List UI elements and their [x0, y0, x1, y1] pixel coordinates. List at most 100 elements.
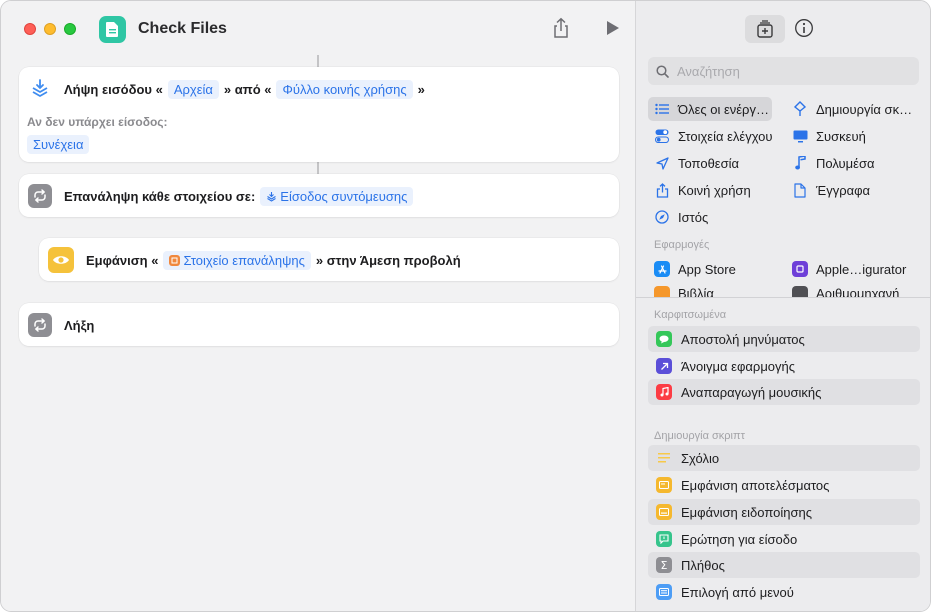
action-label: Εμφάνιση αποτελέσματος	[681, 477, 830, 493]
action-open-app[interactable]: Άνοιγμα εφαρμογής	[648, 353, 920, 379]
action-label: Ερώτηση για είσοδο	[681, 531, 798, 547]
eye-icon	[48, 247, 74, 273]
input-source-parameter[interactable]: Φύλλο κοινής χρήσης	[276, 79, 413, 99]
repeat-items-parameter[interactable]: Είσοδος συντόμευσης	[260, 186, 414, 206]
flow-connector	[317, 162, 319, 174]
category-controls[interactable]: Στοιχεία ελέγχου	[654, 124, 784, 148]
category-documents[interactable]: Έγγραφα	[792, 178, 920, 202]
app-calculator[interactable]: Αριθμομηχανή	[792, 282, 920, 298]
action-label: Επιλογή από μενού	[681, 584, 794, 600]
action-show-quicklook[interactable]: Εμφάνιση « Στοιχείο επανάληψης » στην Άμ…	[39, 238, 619, 281]
repeat-item-parameter[interactable]: Στοιχείο επανάληψης	[163, 250, 311, 270]
share-icon	[654, 182, 670, 198]
compass-icon	[654, 209, 670, 225]
category-label: Έγγραφα	[816, 182, 871, 198]
action-receive-input[interactable]: Λήψη εισόδου « Αρχεία » από « Φύλλο κοιν…	[19, 67, 619, 162]
minimize-window-button[interactable]	[44, 23, 56, 35]
category-label: Κοινή χρήση	[678, 182, 751, 198]
repeat-icon	[28, 313, 52, 337]
action-text: Λήψη εισόδου «	[64, 81, 163, 97]
app-books[interactable]: Βιβλία	[654, 282, 784, 298]
action-text: Εμφάνιση «	[86, 252, 159, 268]
action-repeat-each[interactable]: Επανάληψη κάθε στοιχείου σε: Είσοδος συν…	[19, 174, 619, 217]
share-icon[interactable]	[551, 17, 571, 39]
category-label: Τοποθεσία	[678, 155, 740, 171]
category-location[interactable]: Τοποθεσία	[654, 151, 784, 175]
category-label: Στοιχεία ελέγχου	[678, 128, 773, 144]
library-add-icon	[757, 20, 773, 38]
action-library-sidebar: Αναζήτηση Όλες οι ενέργ… Δημιουργία σκ… …	[635, 1, 930, 611]
play-icon[interactable]	[605, 20, 621, 36]
app-store-icon	[654, 261, 670, 277]
titlebar: Check Files	[1, 1, 635, 55]
shortcut-editor: Check Files Λήψη εισόδου « Αρχεία » από …	[1, 1, 635, 611]
input-type-parameter[interactable]: Αρχεία	[167, 79, 219, 99]
script-icon	[792, 101, 808, 117]
flow-connector	[317, 55, 319, 67]
search-icon	[656, 64, 669, 78]
location-arrow-icon	[654, 155, 670, 171]
ask-input-icon	[656, 531, 672, 547]
document-icon	[792, 182, 808, 198]
category-web[interactable]: Ιστός	[654, 205, 784, 229]
action-ask-for-input[interactable]: Ερώτηση για είσοδο	[648, 526, 920, 552]
display-icon	[792, 128, 808, 144]
action-label: Άνοιγμα εφαρμογής	[681, 358, 796, 374]
no-input-behavior-parameter[interactable]: Συνέχεια	[27, 135, 90, 154]
action-show-result[interactable]: Εμφάνιση αποτελέσματος	[648, 472, 920, 498]
action-count[interactable]: Σ Πλήθος	[648, 552, 920, 578]
window-title[interactable]: Check Files	[138, 20, 227, 38]
app-apple-configurator[interactable]: Apple…igurator	[792, 257, 920, 281]
apps-section-label: Εφαρμογές	[654, 239, 710, 251]
category-label: Ιστός	[678, 209, 709, 225]
toggle-icon	[654, 128, 670, 144]
action-library-tab[interactable]	[745, 15, 785, 43]
action-label: Αναπαραγωγή μουσικής	[681, 384, 822, 400]
repeat-icon	[28, 184, 52, 208]
category-all-actions[interactable]: Όλες οι ενέργ…	[648, 97, 772, 121]
close-window-button[interactable]	[24, 23, 36, 35]
action-send-message[interactable]: Αποστολή μηνύματος	[648, 326, 920, 352]
menu-icon	[656, 584, 672, 600]
repeat-item-label: Στοιχείο επανάληψης	[183, 252, 305, 268]
action-end-repeat[interactable]: Λήξη	[19, 303, 619, 346]
action-text: »	[417, 81, 425, 97]
category-label: Συσκευή	[816, 128, 866, 144]
category-scripting[interactable]: Δημιουργία σκ…	[792, 97, 920, 121]
no-input-label: Αν δεν υπάρχει είσοδος:	[27, 115, 168, 129]
action-list: Καρφιτσωμένα Αποστολή μηνύματος Άνοιγμα …	[636, 298, 930, 611]
action-text: Επανάληψη κάθε στοιχείου σε:	[64, 188, 256, 204]
category-label: Δημιουργία σκ…	[816, 101, 913, 117]
zoom-window-button[interactable]	[64, 23, 76, 35]
shortcut-input-icon	[266, 191, 277, 202]
action-comment[interactable]: Σχόλιο	[648, 445, 920, 471]
music-icon	[656, 384, 672, 400]
action-text: » στην Άμεση προβολή	[315, 252, 461, 268]
info-icon[interactable]	[794, 18, 814, 38]
sigma-icon: Σ	[656, 557, 672, 573]
alert-icon	[656, 504, 672, 520]
action-show-alert[interactable]: Εμφάνιση ειδοποίησης	[648, 499, 920, 525]
open-app-icon	[656, 358, 672, 374]
download-input-icon	[28, 77, 52, 101]
category-label: Όλες οι ενέργ…	[678, 101, 769, 117]
show-result-icon	[656, 477, 672, 493]
category-sharing[interactable]: Κοινή χρήση	[654, 178, 784, 202]
action-text: Λήξη	[64, 317, 95, 333]
pinned-section-label: Καρφιτσωμένα	[654, 309, 727, 321]
app-label: App Store	[678, 261, 736, 277]
search-placeholder: Αναζήτηση	[677, 63, 740, 79]
action-choose-from-menu[interactable]: Επιλογή από μενού	[648, 579, 920, 605]
music-note-icon	[792, 155, 808, 171]
category-device[interactable]: Συσκευή	[792, 124, 920, 148]
category-media[interactable]: Πολυμέσα	[792, 151, 920, 175]
search-field[interactable]: Αναζήτηση	[648, 57, 919, 85]
action-play-music[interactable]: Αναπαραγωγή μουσικής	[648, 379, 920, 405]
category-label: Πολυμέσα	[816, 155, 875, 171]
messages-icon	[656, 331, 672, 347]
shortcut-document-icon[interactable]	[99, 16, 126, 43]
scripting-section-label: Δημιουργία σκριπτ	[654, 430, 745, 442]
app-app-store[interactable]: App Store	[654, 257, 784, 281]
apple-configurator-icon	[792, 261, 808, 277]
action-text: » από «	[223, 81, 272, 97]
